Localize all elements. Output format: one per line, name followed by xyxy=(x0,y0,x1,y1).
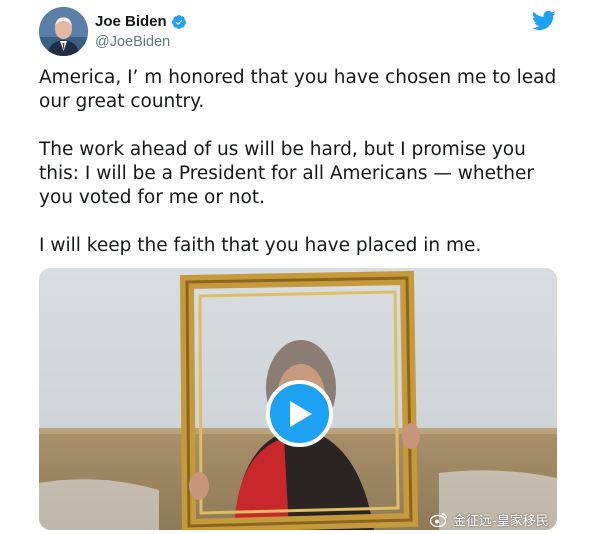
play-button[interactable] xyxy=(266,380,333,447)
avatar-image xyxy=(39,7,88,56)
weibo-logo-icon xyxy=(430,513,448,527)
video-player[interactable] xyxy=(39,268,557,530)
tweet-text: America, I’ m honored that you have chos… xyxy=(39,66,569,282)
play-icon xyxy=(289,400,312,427)
verified-badge-icon xyxy=(171,14,186,29)
tweet-paragraph: America, I’ m honored that you have chos… xyxy=(39,67,557,112)
author-name-text: Joe Biden xyxy=(95,13,167,30)
watermark-text: 金征远-皇家移民 xyxy=(453,514,549,529)
tweet-paragraph: I will keep the faith that you have plac… xyxy=(39,235,482,256)
watermark: 金征远-皇家移民 xyxy=(430,510,549,529)
tweet-paragraph: The work ahead of us will be hard, but I… xyxy=(39,139,534,208)
avatar[interactable] xyxy=(39,7,88,56)
author-name[interactable]: Joe Biden xyxy=(95,13,187,30)
twitter-bird-icon[interactable] xyxy=(531,10,556,31)
author-handle[interactable]: @JoeBiden xyxy=(95,34,170,50)
